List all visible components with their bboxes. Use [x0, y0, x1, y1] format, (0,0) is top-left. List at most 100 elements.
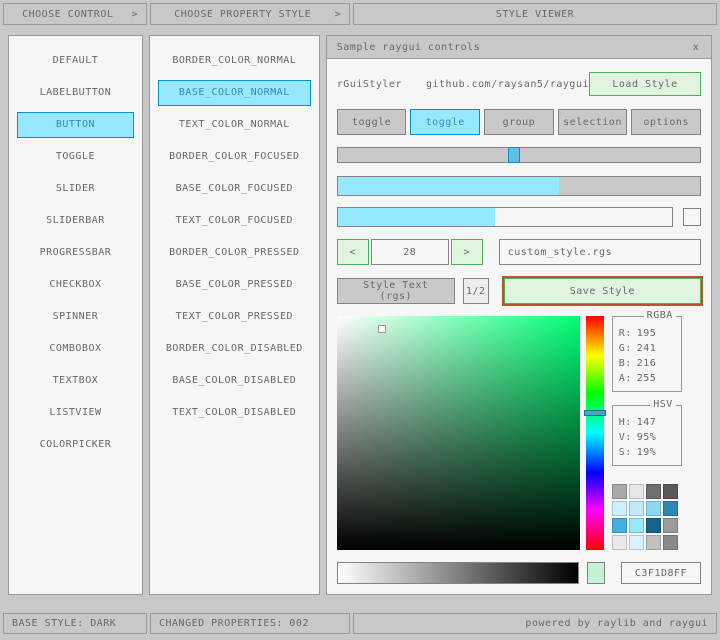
palette-swatch[interactable] — [629, 535, 644, 550]
hex-color-input[interactable]: C3F1D8FF — [621, 562, 701, 584]
control-item-combobox[interactable]: COMBOBOX — [17, 336, 134, 362]
status-base-style: BASE STYLE: DARK — [3, 613, 147, 634]
sliderbar[interactable] — [337, 176, 701, 196]
palette-swatch[interactable] — [629, 501, 644, 516]
rgba-groupbox: RGBA R: 195 G: 241 B: 216 — [612, 316, 682, 392]
property-item[interactable]: BASE_COLOR_PRESSED — [158, 272, 311, 298]
property-item[interactable]: BORDER_COLOR_PRESSED — [158, 240, 311, 266]
control-item-colorpicker[interactable]: COLORPICKER — [17, 432, 134, 458]
hsv-hue-row: H: 147 — [619, 415, 677, 430]
control-item-spinner[interactable]: SPINNER — [17, 304, 134, 330]
control-item-button[interactable]: BUTTON — [17, 112, 134, 138]
rgba-alpha-row: A: 255 — [619, 371, 677, 386]
hsv-saturation-row: S: 19% — [619, 445, 677, 460]
toggle-button-options[interactable]: options — [631, 109, 701, 135]
property-item[interactable]: TEXT_COLOR_NORMAL — [158, 112, 311, 138]
status-bar: BASE STYLE: DARK CHANGED PROPERTIES: 002… — [0, 613, 720, 634]
palette-swatch[interactable] — [646, 484, 661, 499]
hue-bar[interactable] — [586, 316, 604, 550]
value-label: V: — [619, 432, 637, 443]
spinner-value[interactable]: 28 — [371, 239, 449, 265]
step-choose-property-style: CHOOSE PROPERTY STYLE > — [150, 3, 350, 25]
load-style-button[interactable]: Load Style — [589, 72, 701, 96]
buttons-row: Style Text (rgs) 1/2 Save Style — [337, 278, 701, 304]
toggle-group: toggle toggle group selection options — [337, 109, 701, 135]
control-item-checkbox[interactable]: CHECKBOX — [17, 272, 134, 298]
hex-color-row: C3F1D8FF — [337, 562, 701, 584]
property-item[interactable]: BORDER_COLOR_DISABLED — [158, 336, 311, 362]
toggle-button-group[interactable]: group — [484, 109, 554, 135]
palette-swatch[interactable] — [629, 518, 644, 533]
saturation-value-picker[interactable] — [337, 316, 580, 550]
hsv-value-row: V: 95% — [619, 430, 677, 445]
palette-swatch[interactable] — [663, 484, 678, 499]
window-titlebar[interactable]: Sample raygui controls x — [327, 36, 711, 59]
main-area: DEFAULT LABELBUTTON BUTTON TOGGLE SLIDER… — [0, 25, 720, 595]
checkbox[interactable] — [683, 208, 701, 226]
filename-textbox[interactable]: custom_style.rgs — [499, 239, 701, 265]
property-item[interactable]: BORDER_COLOR_NORMAL — [158, 48, 311, 74]
palette-swatch[interactable] — [646, 535, 661, 550]
color-picker-area: RGBA R: 195 G: 241 B: 216 — [337, 316, 701, 550]
toggle-button-1[interactable]: toggle — [337, 109, 407, 135]
property-item[interactable]: TEXT_COLOR_DISABLED — [158, 400, 311, 426]
slider[interactable] — [337, 147, 701, 163]
red-label: R: — [619, 328, 637, 339]
chevron-right-icon: > — [131, 9, 146, 20]
property-item[interactable]: TEXT_COLOR_FOCUSED — [158, 208, 311, 234]
value-gradient-bar[interactable] — [337, 562, 579, 584]
palette-swatch[interactable] — [663, 518, 678, 533]
palette-swatch[interactable] — [629, 484, 644, 499]
progressbar — [337, 207, 673, 227]
property-item[interactable]: BORDER_COLOR_FOCUSED — [158, 144, 311, 170]
blue-label: B: — [619, 358, 637, 369]
control-item-labelbutton[interactable]: LABELBUTTON — [17, 80, 134, 106]
control-item-slider[interactable]: SLIDER — [17, 176, 134, 202]
close-icon[interactable]: x — [689, 42, 703, 53]
status-powered-by: powered by raylib and raygui — [353, 613, 717, 634]
control-item-progressbar[interactable]: PROGRESSBAR — [17, 240, 134, 266]
palette-swatch[interactable] — [612, 535, 627, 550]
repo-link[interactable]: github.com/raysan5/raygui — [426, 79, 589, 90]
control-item-listview[interactable]: LISTVIEW — [17, 400, 134, 426]
slider-handle[interactable] — [508, 147, 520, 163]
save-style-button[interactable]: Save Style — [504, 278, 701, 304]
palette-swatch[interactable] — [663, 535, 678, 550]
picker-cursor[interactable] — [378, 325, 386, 333]
property-item[interactable]: BASE_COLOR_DISABLED — [158, 368, 311, 394]
control-item-default[interactable]: DEFAULT — [17, 48, 134, 74]
properties-list-panel: BORDER_COLOR_NORMAL BASE_COLOR_NORMAL TE… — [149, 35, 320, 595]
property-item[interactable]: BASE_COLOR_FOCUSED — [158, 176, 311, 202]
spinner-decrease-button[interactable]: < — [337, 239, 369, 265]
value-value: 95% — [637, 432, 657, 443]
green-label: G: — [619, 343, 637, 354]
spinner-increase-button[interactable]: > — [451, 239, 483, 265]
hsv-title: HSV — [650, 399, 676, 410]
style-text-button[interactable]: Style Text (rgs) — [337, 278, 455, 304]
palette-swatch[interactable] — [612, 518, 627, 533]
hue-handle[interactable] — [584, 410, 606, 416]
palette-swatch[interactable] — [612, 484, 627, 499]
step-style-viewer: STYLE VIEWER — [353, 3, 717, 25]
palette-swatch[interactable] — [646, 501, 661, 516]
picked-color-chip — [587, 562, 605, 584]
property-item-selected[interactable]: BASE_COLOR_NORMAL — [158, 80, 311, 106]
green-value: 241 — [637, 343, 657, 354]
page-toggle-button[interactable]: 1/2 — [463, 278, 489, 304]
alpha-value: 255 — [637, 373, 657, 384]
toggle-button-2-active[interactable]: toggle — [410, 109, 480, 135]
control-item-toggle[interactable]: TOGGLE — [17, 144, 134, 170]
saturation-label: S: — [619, 447, 637, 458]
alpha-label: A: — [619, 373, 637, 384]
palette-swatch[interactable] — [646, 518, 661, 533]
control-item-textbox[interactable]: TEXTBOX — [17, 368, 134, 394]
palette-swatch[interactable] — [663, 501, 678, 516]
rgba-blue-row: B: 216 — [619, 356, 677, 371]
toggle-button-selection[interactable]: selection — [558, 109, 628, 135]
property-item[interactable]: TEXT_COLOR_PRESSED — [158, 304, 311, 330]
control-item-sliderbar[interactable]: SLIDERBAR — [17, 208, 134, 234]
blue-value: 216 — [637, 358, 657, 369]
rgba-green-row: G: 241 — [619, 341, 677, 356]
progressbar-fill — [338, 208, 495, 226]
palette-swatch[interactable] — [612, 501, 627, 516]
